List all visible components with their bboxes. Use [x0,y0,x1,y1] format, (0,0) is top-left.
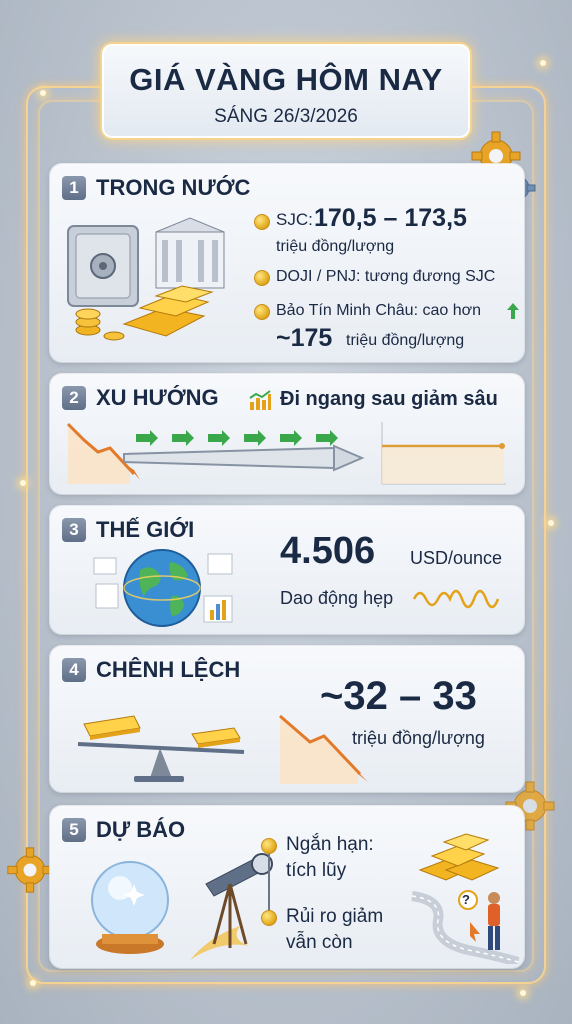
short-term-value: tích lũy [286,860,347,881]
world-unit: USD/ounce [410,548,503,568]
coin-icon [254,304,270,320]
question-mark-label: ? [462,892,470,907]
short-term-label: Ngắn hạn: [286,834,374,855]
page-subtitle: SÁNG 26/3/2026 [214,106,358,127]
scale-illustration [77,715,245,782]
section-title: THẾ GIỚI [96,517,195,542]
section-title: CHÊNH LỆCH [96,657,241,682]
arrow-up-icon [507,303,519,319]
section-number: 2 [62,386,86,410]
timeline-line [268,846,270,918]
btmc-price: ~175 [276,324,333,352]
sparkle [30,980,36,986]
sparkle [540,60,546,66]
globe-icon [93,549,233,627]
sparkle [520,990,526,996]
coin-icon [254,270,270,286]
sparkle [548,520,554,526]
spread-unit: triệu đồng/lượng [352,728,485,748]
timeline-dot-icon [261,838,277,854]
section-number: 1 [62,176,86,200]
card-trend: 2 XU HƯỚNG Đi ngang sau giảm sâu [50,374,524,494]
sjc-unit: triệu đồng/lượng [276,238,395,255]
section-number: 3 [62,518,86,542]
trend-description: Đi ngang sau giảm sâu [280,388,498,410]
card-forecast: 5 DỰ BÁO Ngắn hạn: tích lũy Rủi ro giảm … [50,806,524,968]
falling-chart-icon [279,714,368,784]
btmc-unit: triệu đồng/lượng [346,332,465,349]
coin-icon [254,214,270,230]
sjc-label: SJC: [276,210,313,229]
page-title: GIÁ VÀNG HÔM NAY [129,62,443,97]
crystal-ball-telescope-illustration [91,853,273,960]
gold-bars-icon [418,833,500,881]
trend-illustration [66,422,506,485]
section-number: 5 [62,818,86,842]
btmc-text: Bảo Tín Minh Châu: cao hơn [276,302,481,319]
card-spread: 4 CHÊNH LỆCH ~32 – 33 triệu đồng/lượng [50,646,524,792]
doji-pnj-text: DOJI / PNJ: tương đương SJC [276,268,496,285]
spread-value: ~32 – 33 [320,674,477,718]
timeline-dot-icon [261,910,277,926]
world-description: Dao động hẹp [280,588,394,608]
section-title: XU HƯỚNG [96,385,219,410]
world-price: 4.506 [280,530,376,572]
risk-line-1: Rủi ro giảm [286,906,384,927]
sjc-price: 170,5 – 173,5 [314,204,467,232]
safe-and-bank-illustration [67,217,225,341]
risk-line-2: vẫn còn [286,932,353,953]
card-world: 3 THẾ GIỚI 4.506 USD/ounce Dao động hẹp [50,506,524,634]
header-title-box: GIÁ VÀNG HÔM NAY SÁNG 26/3/2026 [100,42,472,140]
card-domestic: 1 TRONG NƯỚC SJC: 170,5 – 173,5 triệu đồ… [50,164,524,362]
section-number: 4 [62,658,86,682]
sparkle [20,480,26,486]
sparkle [40,90,46,96]
gear-icon [7,847,53,893]
section-title: TRONG NƯỚC [96,175,251,200]
section-title: DỰ BÁO [96,817,186,842]
wave-icon [412,589,500,609]
bar-chart-icon [249,390,271,410]
